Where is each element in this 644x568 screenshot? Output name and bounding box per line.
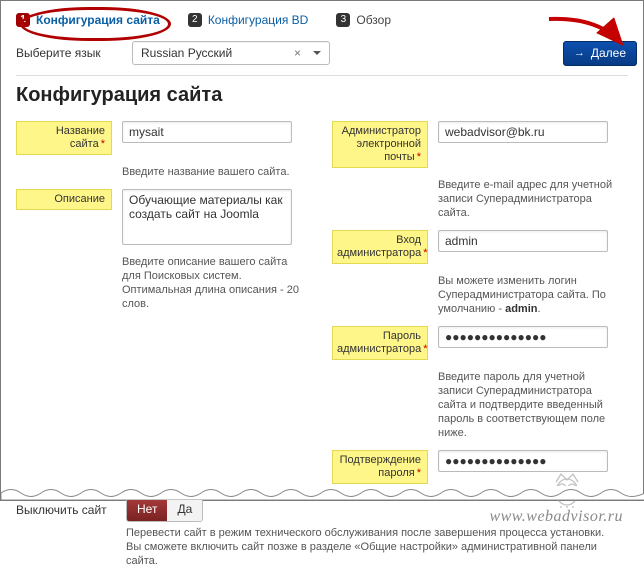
admin-password-help: Введите пароль для учетной записи Супера… [438, 370, 618, 440]
site-name-help: Введите название вашего сайта. [122, 165, 302, 179]
admin-login-label: Вход администратора* [332, 230, 428, 264]
torn-edge [1, 486, 643, 500]
arrow-right-icon: → [574, 47, 585, 59]
site-name-input[interactable] [122, 121, 292, 143]
admin-login-input[interactable] [438, 230, 608, 252]
wizard-steps: 1 Конфигурация сайта 2 Конфигурация BD 3… [16, 13, 628, 27]
offline-label: Выключить сайт [16, 503, 112, 517]
divider [16, 75, 628, 76]
clear-icon[interactable]: × [294, 46, 301, 60]
step-1[interactable]: 1 Конфигурация сайта [16, 13, 160, 27]
step-2-label: Конфигурация BD [208, 13, 309, 27]
step-2[interactable]: 2 Конфигурация BD [188, 13, 309, 27]
admin-password-label: Пароль администратора* [332, 326, 428, 360]
page-title: Конфигурация сайта [16, 84, 628, 107]
step-3[interactable]: 3 Обзор [336, 13, 391, 27]
description-input[interactable] [122, 189, 292, 245]
language-select[interactable]: Russian Русский × [132, 41, 330, 65]
admin-password2-input[interactable] [438, 450, 608, 472]
description-help: Введите описание вашего сайта для Поиско… [122, 255, 302, 311]
offline-toggle[interactable]: Нет Да [126, 498, 203, 522]
offline-yes[interactable]: Да [167, 499, 202, 521]
offline-no[interactable]: Нет [127, 499, 167, 521]
site-name-label: Название сайта* [16, 121, 112, 155]
admin-login-help: Вы можете изменить логин Суперадминистра… [438, 274, 618, 316]
admin-email-help: Введите e-mail адрес для учетной записи … [438, 178, 618, 220]
next-button-label: Далее [591, 46, 626, 60]
language-value: Russian Русский [141, 46, 232, 60]
admin-password2-label: Подтверждение пароля* [332, 450, 428, 484]
description-label: Описание [16, 189, 112, 210]
chevron-down-icon [313, 51, 321, 59]
step-3-badge: 3 [336, 13, 350, 27]
admin-email-input[interactable] [438, 121, 608, 143]
step-3-label: Обзор [356, 13, 391, 27]
offline-help: Перевести сайт в режим технического обсл… [126, 526, 606, 568]
step-1-label: Конфигурация сайта [36, 13, 160, 27]
step-2-badge: 2 [188, 13, 202, 27]
admin-email-label: Администратор электронной почты* [332, 121, 428, 168]
step-1-badge: 1 [16, 13, 30, 27]
next-button[interactable]: → Далее [563, 41, 637, 66]
language-label: Выберите язык [16, 46, 116, 60]
admin-password-input[interactable] [438, 326, 608, 348]
